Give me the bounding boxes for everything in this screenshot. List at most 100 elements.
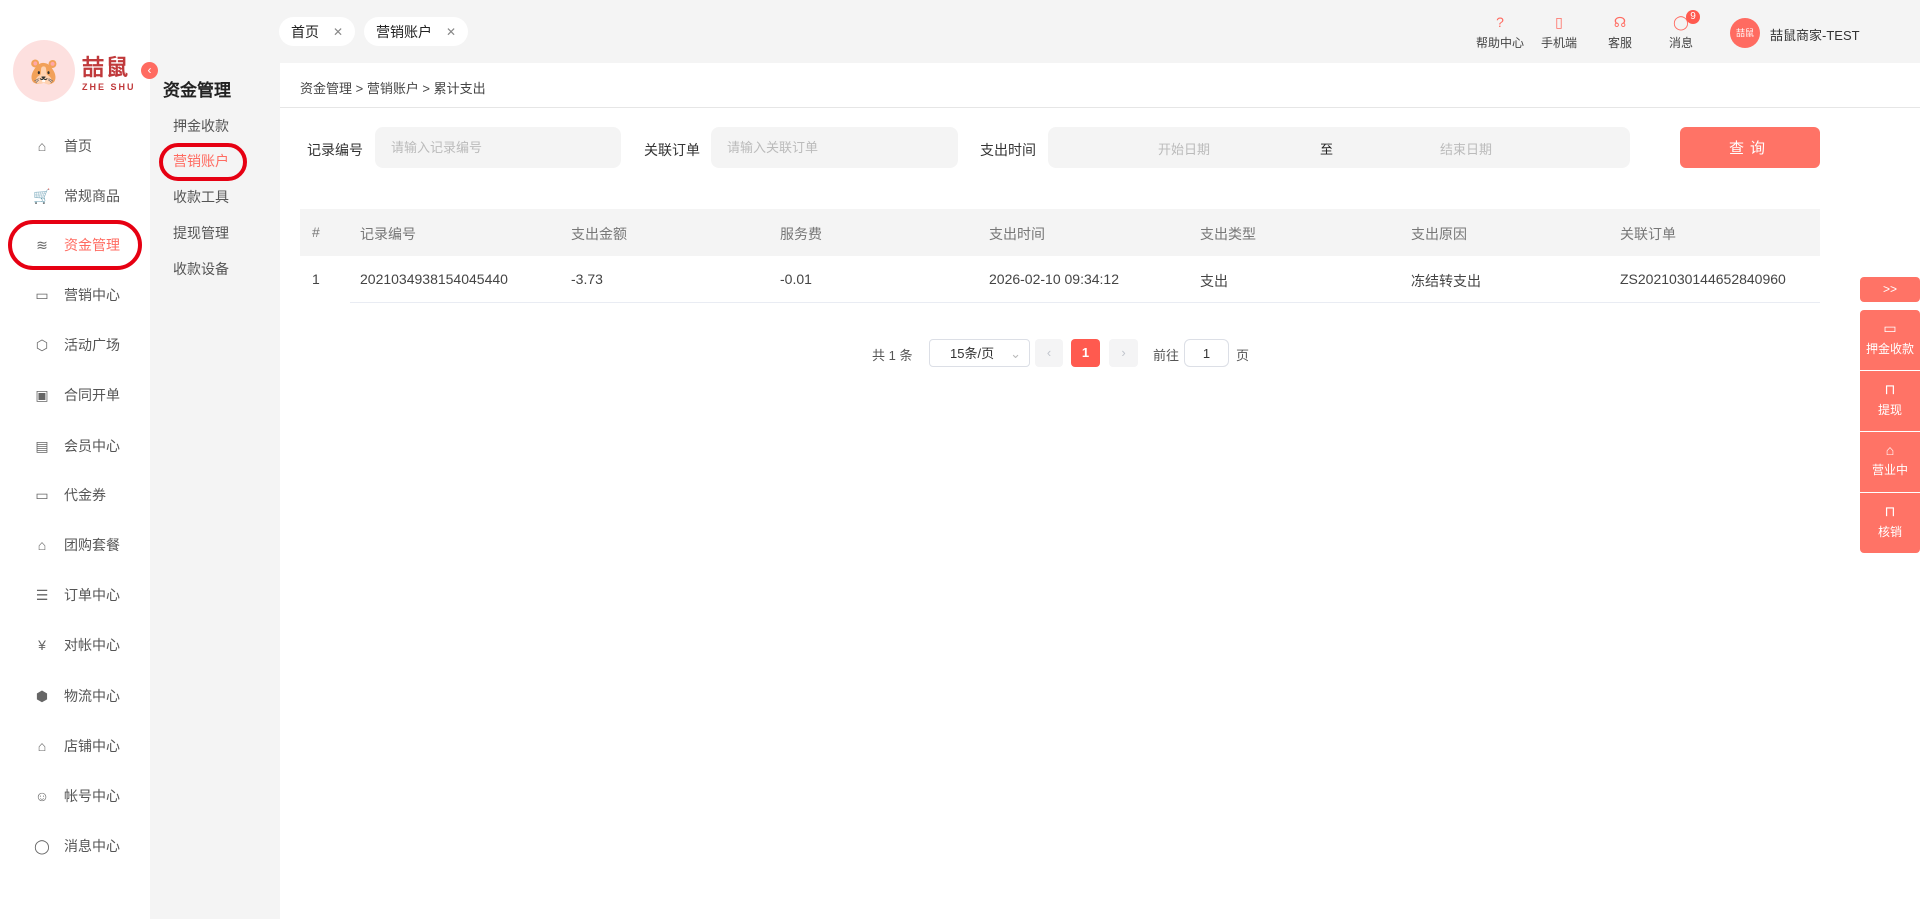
- column-header[interactable]: #: [312, 224, 320, 240]
- related-order-label: 关联订单: [644, 142, 700, 158]
- query-button[interactable]: 查询: [1680, 127, 1820, 168]
- submenu-item-4[interactable]: 收款设备: [173, 259, 229, 279]
- user-name[interactable]: 喆鼠商家-TEST: [1770, 25, 1860, 44]
- float-item-label: 押金收款: [1865, 342, 1914, 356]
- divider: [280, 107, 1920, 108]
- sidebar-item-label: 店铺中心: [64, 738, 120, 754]
- chevron-down-icon: ⌄: [1010, 346, 1021, 361]
- column-header[interactable]: 支出时间: [989, 224, 1045, 244]
- float-item-label: 营业中: [1871, 463, 1908, 477]
- float-item-3[interactable]: ⊓ 核销: [1860, 493, 1920, 553]
- sidebar-item-label: 帐号中心: [64, 788, 120, 804]
- related-order-input[interactable]: [711, 127, 958, 168]
- sidebar-item-label: 营销中心: [64, 287, 120, 303]
- tab-home[interactable]: 首页 ✕: [279, 17, 356, 46]
- float-item-2[interactable]: ⌂ 营业中: [1860, 432, 1920, 492]
- sidebar-item-1[interactable]: 🛒 常规商品: [10, 176, 140, 216]
- float-item-1[interactable]: ⊓ 提现: [1860, 371, 1920, 431]
- end-date-input[interactable]: 结束日期: [1440, 139, 1492, 158]
- customer-service-button[interactable]: ☊ 客服: [1585, 14, 1655, 51]
- submenu-item-0[interactable]: 押金收款: [173, 116, 229, 136]
- float-toggle-button[interactable]: >>: [1860, 277, 1920, 302]
- tool-label: 手机端: [1540, 36, 1577, 50]
- messages-button[interactable]: ◯ 消息 9: [1646, 10, 1716, 51]
- column-header[interactable]: 关联订单: [1620, 224, 1676, 244]
- close-icon[interactable]: ✕: [446, 25, 456, 39]
- sidebar-item-label: 代金券: [64, 487, 106, 503]
- box-upload-icon: ⬡: [35, 336, 49, 353]
- sidebar-item-10[interactable]: ¥ 对帐中心: [10, 625, 140, 665]
- order-icon: ☰: [35, 586, 49, 603]
- yen-icon: ¥: [38, 637, 46, 653]
- sidebar-item-13[interactable]: ☺ 帐号中心: [10, 776, 140, 816]
- column-header[interactable]: 记录编号: [360, 224, 416, 244]
- tool-label: 客服: [1607, 36, 1632, 50]
- sidebar-item-6[interactable]: ▤ 会员中心: [10, 426, 140, 466]
- sidebar-item-12[interactable]: ⌂ 店铺中心: [10, 726, 140, 766]
- message-count-badge: 9: [1686, 10, 1700, 24]
- bookmark-icon: ⊓: [1884, 381, 1896, 397]
- table-cell: 2021034938154045440: [360, 271, 508, 287]
- sidebar-item-11[interactable]: ⬢ 物流中心: [10, 676, 140, 716]
- submenu-item-3[interactable]: 提现管理: [173, 223, 229, 243]
- sidebar-item-7[interactable]: ▭ 代金券: [10, 475, 140, 515]
- prev-page-button[interactable]: ‹: [1035, 339, 1063, 367]
- sidebar-item-label: 合同开单: [64, 387, 120, 403]
- sidebar-item-2[interactable]: ≋ 资金管理: [8, 220, 142, 270]
- vip-card-icon: ▤: [35, 437, 49, 454]
- store-icon: ⌂: [37, 738, 47, 754]
- sidebar-item-3[interactable]: ▭ 营销中心: [10, 275, 140, 315]
- table-cell: 冻结转支出: [1411, 273, 1481, 289]
- page-suffix: 页: [1236, 348, 1250, 363]
- sidebar-item-4[interactable]: ⬡ 活动广场: [10, 325, 140, 365]
- sidebar-item-5[interactable]: ▣ 合同开单: [10, 375, 140, 415]
- page-size-value: 15条/页: [950, 346, 995, 361]
- submenu-item-1[interactable]: 营销账户: [159, 143, 247, 181]
- column-header[interactable]: 支出类型: [1200, 224, 1256, 244]
- record-id-input[interactable]: [375, 127, 621, 168]
- sidebar-item-9[interactable]: ☰ 订单中心: [10, 575, 140, 615]
- mobile-button[interactable]: ▯ 手机端: [1524, 14, 1594, 51]
- sidebar-item-label: 活动广场: [64, 337, 120, 353]
- tab-label: 首页: [291, 23, 319, 40]
- sidebar-item-8[interactable]: ⌂ 团购套餐: [10, 525, 140, 565]
- float-item-0[interactable]: ▭ 押金收款: [1860, 310, 1920, 370]
- goto-page-input[interactable]: 1: [1184, 339, 1229, 367]
- table-cell: 1: [312, 271, 320, 287]
- tab-marketing-account[interactable]: 营销账户 ✕: [364, 17, 469, 46]
- submenu-item-label: 提现管理: [173, 225, 229, 241]
- submenu-item-2[interactable]: 收款工具: [173, 187, 229, 207]
- sidebar-item-label: 首页: [64, 138, 92, 154]
- goto-label: 前往: [1153, 348, 1180, 363]
- sidebar-item-label: 消息中心: [64, 838, 120, 854]
- table-cell: -3.73: [571, 271, 603, 287]
- sidebar-item-0[interactable]: ⌂ 首页: [10, 126, 140, 166]
- sidebar-item-label: 对帐中心: [64, 637, 120, 653]
- close-icon[interactable]: ✕: [333, 25, 343, 39]
- secondary-sidebar: [150, 0, 280, 919]
- float-item-label: 提现: [1877, 403, 1902, 417]
- tag-icon: ⌂: [37, 537, 47, 553]
- date-range-picker[interactable]: 开始日期 至 结束日期: [1048, 127, 1630, 168]
- sidebar-item-14[interactable]: ◯ 消息中心: [10, 826, 140, 866]
- collapse-sidebar-button[interactable]: ‹: [141, 62, 158, 79]
- range-separator: 至: [1320, 142, 1334, 157]
- highlight-ring: [159, 143, 247, 181]
- row-divider: [350, 302, 1820, 303]
- float-item-label: 核销: [1877, 525, 1902, 539]
- main-sidebar: 🐹 喆鼠 ZHE SHU ⌂ 首页 🛒 常规商品 ≋ 资金管理 ▭ 营销中心 ⬡ 活动广场 ▣ 合同开单…: [0, 0, 150, 919]
- start-date-input[interactable]: 开始日期: [1158, 139, 1210, 158]
- avatar[interactable]: 喆鼠: [1730, 18, 1760, 48]
- column-header[interactable]: 支出原因: [1411, 224, 1467, 244]
- bookmark-icon: ⊓: [1884, 503, 1896, 519]
- sidebar-item-label: 常规商品: [64, 188, 120, 204]
- column-header[interactable]: 支出金额: [571, 224, 627, 244]
- sidebar-item-label: 会员中心: [64, 438, 120, 454]
- page-size-select[interactable]: 15条/页 ⌄: [929, 339, 1030, 367]
- sidebar-item-label: 物流中心: [64, 688, 120, 704]
- page-1-button[interactable]: 1: [1071, 339, 1100, 367]
- total-count: 共 1 条: [872, 348, 913, 363]
- coupon-icon: ▭: [35, 486, 49, 503]
- next-page-button[interactable]: ›: [1109, 339, 1138, 367]
- column-header[interactable]: 服务费: [780, 224, 822, 244]
